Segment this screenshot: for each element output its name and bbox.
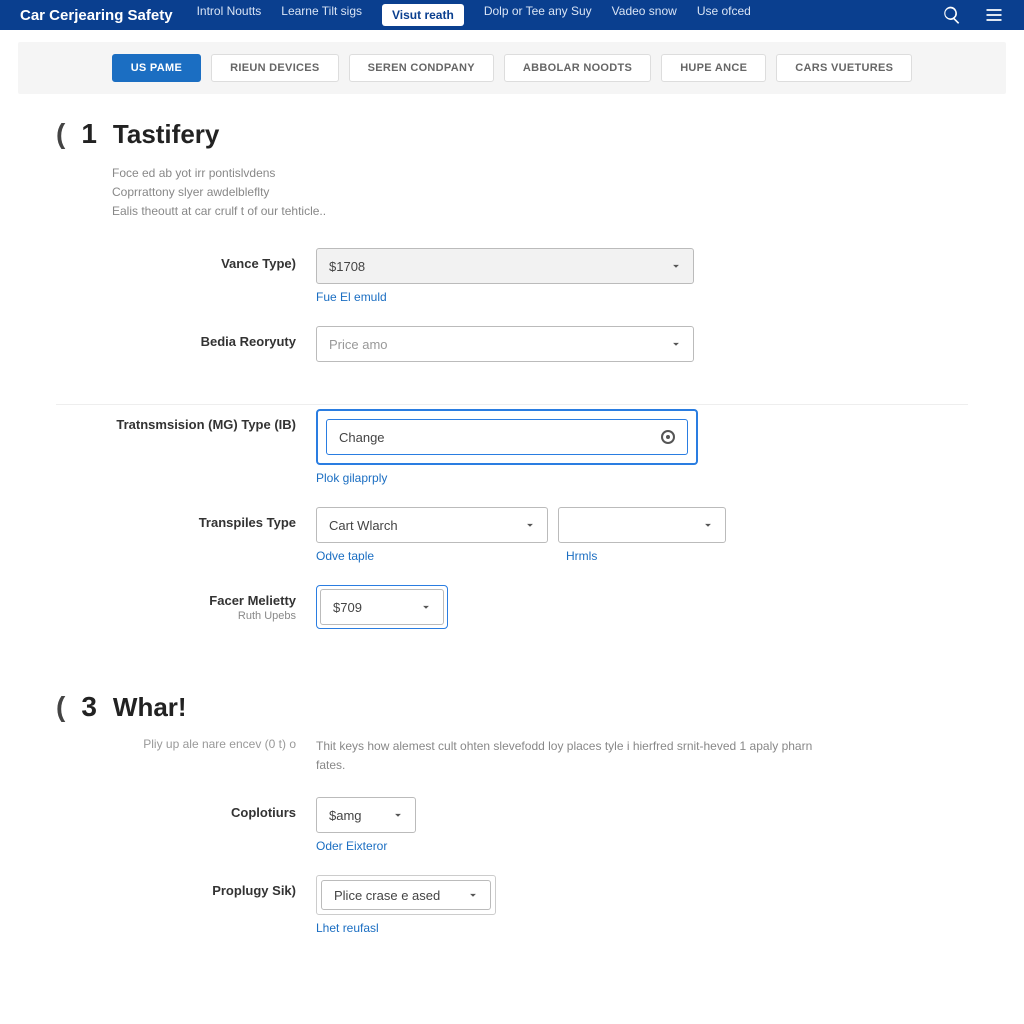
section-1b: Tratnsmsision (MG) Type (IB) Change Plok… — [0, 405, 1024, 661]
vance-type-value: $1708 — [329, 259, 365, 274]
transpiles-select-2[interactable] — [558, 507, 726, 543]
proplugy-select[interactable]: Plice crase e ased — [321, 880, 491, 910]
search-icon[interactable] — [942, 5, 962, 25]
chevron-down-icon — [669, 337, 683, 351]
facer-select[interactable]: $709 — [320, 589, 444, 625]
transpiles-label: Transpiles Type — [112, 507, 316, 530]
nav-item-3[interactable]: Dolp or Tee any Suy — [484, 4, 592, 26]
section-1: ( 1 Tastifery Foce ed ab yot irr pontisl… — [0, 94, 1024, 394]
facer-label: Facer Melietty Ruth Upebs — [112, 585, 316, 622]
facer-label-text: Facer Melietty — [209, 593, 296, 608]
vance-type-helper[interactable]: Fue El emuld — [316, 290, 694, 304]
section-1-title: Tastifery — [113, 119, 219, 150]
tab-0[interactable]: US PAME — [112, 54, 201, 82]
transpiles-value-1: Cart Wlarch — [329, 518, 398, 533]
bedia-label: Bedia Reoryuty — [112, 326, 316, 349]
tab-2[interactable]: SEREN CONDPANY — [349, 54, 494, 82]
transpiles-select-1[interactable]: Cart Wlarch — [316, 507, 548, 543]
nav-item-5[interactable]: Use ofced — [697, 4, 751, 26]
top-nav: Introl Noutts Learne Tilt sigs Visut rea… — [197, 4, 942, 26]
field-proplugy: Proplugy Sik) Plice crase e ased Lhet re… — [112, 875, 968, 935]
nav-item-1[interactable]: Learne Tilt sigs — [281, 4, 362, 26]
section-3-intro-row: Pliy up ale nare encev (0 t) o Thit keys… — [112, 737, 968, 775]
vance-type-label: Vance Type) — [112, 248, 316, 271]
section-3-title: Whar! — [113, 692, 187, 723]
facer-focus-wrap: $709 — [316, 585, 448, 629]
transpiles-helper-2[interactable]: Hrmls — [566, 549, 646, 563]
coplotiurs-select[interactable]: $amg — [316, 797, 416, 833]
section-1-number: 1 — [81, 118, 97, 150]
field-transmission: Tratnsmsision (MG) Type (IB) Change Plok… — [112, 409, 968, 485]
chevron-down-icon — [466, 888, 480, 902]
transmission-select[interactable]: Change — [326, 419, 688, 455]
section-1-fields: Vance Type) $1708 Fue El emuld Bedia Reo… — [112, 248, 968, 362]
facer-value: $709 — [333, 600, 362, 615]
field-vance-type: Vance Type) $1708 Fue El emuld — [112, 248, 968, 304]
section-3-left-hint: Pliy up ale nare encev (0 t) o — [112, 737, 316, 775]
chevron-down-icon — [391, 808, 405, 822]
transmission-focus-wrap: Change — [316, 409, 698, 465]
nav-item-0[interactable]: Introl Noutts — [197, 4, 262, 26]
top-bar: Car Cerjearing Safety Introl Noutts Lear… — [0, 0, 1024, 30]
radio-icon — [661, 430, 675, 444]
nav-item-2[interactable]: Visut reath — [382, 4, 464, 26]
nav-item-4[interactable]: Vadeo snow — [612, 4, 677, 26]
proplugy-helper[interactable]: Lhet reufasl — [316, 921, 496, 935]
coplotiurs-value: $amg — [329, 808, 362, 823]
field-coplotiurs: Coplotiurs $amg Oder Eixteror — [112, 797, 968, 853]
section-3-fields: Coplotiurs $amg Oder Eixteror Proplugy S… — [112, 797, 968, 935]
transpiles-helper-1[interactable]: Odve taple — [316, 549, 396, 563]
field-bedia-reoryuty: Bedia Reoryuty Price amo — [112, 326, 968, 362]
tab-3[interactable]: ABBOLAR NOODTS — [504, 54, 651, 82]
section-3: ( 3 Whar! Pliy up ale nare encev (0 t) o… — [0, 661, 1024, 967]
tab-4[interactable]: HUPE ANCE — [661, 54, 766, 82]
facer-sublabel: Ruth Upebs — [112, 610, 296, 622]
section-1-header: ( 1 Tastifery — [56, 118, 968, 150]
tab-1[interactable]: RIEUN DEVICES — [211, 54, 338, 82]
chevron-down-icon — [669, 259, 683, 273]
subtab-bar: US PAME RIEUN DEVICES SEREN CONDPANY ABB… — [18, 42, 1006, 94]
proplugy-box: Plice crase e ased — [316, 875, 496, 915]
transmission-label: Tratnsmsision (MG) Type (IB) — [112, 409, 316, 432]
chevron-down-icon — [701, 518, 715, 532]
bedia-select[interactable]: Price amo — [316, 326, 694, 362]
vance-type-select[interactable]: $1708 — [316, 248, 694, 284]
top-icons — [942, 5, 1004, 25]
transpiles-helpers: Odve taple Hrmls — [316, 543, 726, 563]
field-transpiles: Transpiles Type Cart Wlarch Odve taple H… — [112, 507, 968, 563]
section-1-intro: Foce ed ab yot irr pontislvdens Coprratt… — [112, 164, 452, 222]
bedia-value: Price amo — [329, 337, 388, 352]
paren-icon: ( — [56, 691, 65, 723]
transmission-helper[interactable]: Plok gilaprply — [316, 471, 698, 485]
tab-5[interactable]: CARS VUETURES — [776, 54, 912, 82]
transmission-value: Change — [339, 430, 385, 445]
chevron-down-icon — [523, 518, 537, 532]
section-3-right-intro: Thit keys how alemest cult ohten slevefo… — [316, 737, 836, 775]
section-3-header: ( 3 Whar! — [56, 691, 968, 723]
menu-icon[interactable] — [984, 5, 1004, 25]
brand-title: Car Cerjearing Safety — [20, 7, 173, 24]
coplotiurs-helper[interactable]: Oder Eixteror — [316, 839, 416, 853]
paren-icon: ( — [56, 118, 65, 150]
proplugy-label: Proplugy Sik) — [112, 875, 316, 898]
proplugy-value: Plice crase e ased — [334, 888, 440, 903]
transpiles-selects: Cart Wlarch — [316, 507, 726, 543]
section-1b-fields: Tratnsmsision (MG) Type (IB) Change Plok… — [112, 409, 968, 629]
coplotiurs-label: Coplotiurs — [112, 797, 316, 820]
section-3-number: 3 — [81, 691, 97, 723]
chevron-down-icon — [419, 600, 433, 614]
field-facer-melietty: Facer Melietty Ruth Upebs $709 — [112, 585, 968, 629]
